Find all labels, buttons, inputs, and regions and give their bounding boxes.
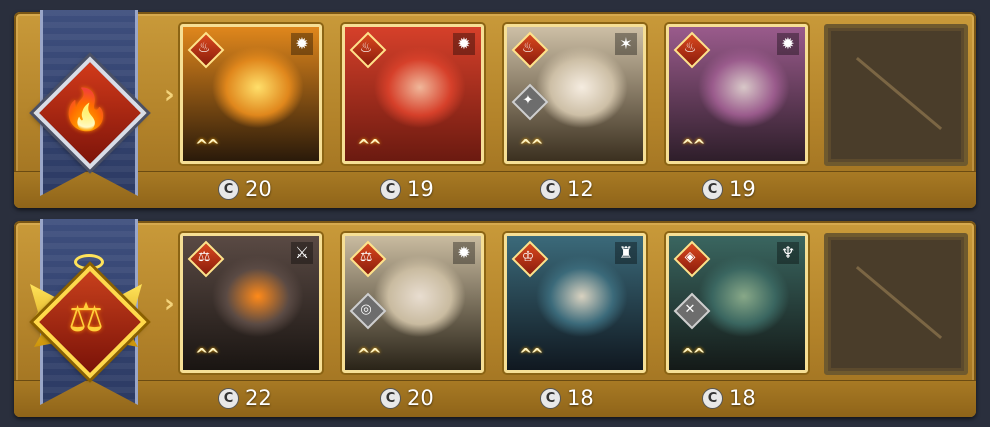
justice-scales-emblem-icon: ⚖ bbox=[30, 254, 147, 379]
hero-cost: C 18 bbox=[702, 385, 782, 411]
hero-cost-value: 18 bbox=[567, 386, 594, 410]
hero-cost: C 18 bbox=[540, 385, 620, 411]
cost-strip bbox=[14, 171, 976, 208]
team-row-2: ⚖ › ⚖ ⚔ ^^ ⚖ ✹ ◎ ^^ ♔ ♜ ^^ ◈ ♆ ✕ ^^ C 22 C 20 C 18… bbox=[14, 219, 976, 417]
rank-chevron-icon: ^^ bbox=[519, 345, 544, 364]
hero-card[interactable]: ⚖ ✹ ◎ ^^ bbox=[342, 233, 484, 373]
role-icon: ✶ bbox=[615, 33, 637, 55]
coin-icon: C bbox=[380, 387, 401, 409]
rank-chevron-icon: ^^ bbox=[681, 345, 706, 364]
hero-cost-value: 19 bbox=[407, 177, 434, 201]
hero-card[interactable]: ◈ ♆ ✕ ^^ bbox=[666, 233, 808, 373]
faction-icon: ♨ bbox=[511, 31, 549, 69]
role-icon: ⚔ bbox=[291, 242, 313, 264]
hero-cost-value: 22 bbox=[245, 386, 272, 410]
hero-cost-value: 20 bbox=[407, 386, 434, 410]
faction-icon: ♨ bbox=[187, 31, 225, 69]
hero-cost-value: 20 bbox=[245, 177, 272, 201]
hero-card[interactable]: ♨ ✶ ✦ ^^ bbox=[504, 24, 646, 164]
role-icon: ✹ bbox=[453, 33, 475, 55]
role-icon: ✹ bbox=[777, 33, 799, 55]
coin-icon: C bbox=[218, 178, 239, 200]
hero-cost-value: 12 bbox=[567, 177, 594, 201]
rank-chevron-icon: ^^ bbox=[195, 345, 220, 364]
faction-icon: ♔ bbox=[511, 240, 549, 278]
rank-chevron-icon: ^^ bbox=[195, 136, 220, 155]
rank-chevron-icon: ^^ bbox=[357, 345, 382, 364]
secondary-faction-icon: ✦ bbox=[511, 83, 549, 121]
hero-cost-value: 18 bbox=[729, 386, 756, 410]
hero-cost-value: 19 bbox=[729, 177, 756, 201]
empty-slot-slash bbox=[855, 265, 943, 340]
hero-card[interactable]: ♔ ♜ ^^ bbox=[504, 233, 646, 373]
faction-icon: ◈ bbox=[673, 240, 711, 278]
rank-chevron-icon: ^^ bbox=[519, 136, 544, 155]
coin-icon: C bbox=[702, 178, 723, 200]
rank-chevron-icon: ^^ bbox=[357, 136, 382, 155]
hero-card[interactable]: ⚖ ⚔ ^^ bbox=[180, 233, 322, 373]
coin-icon: C bbox=[702, 387, 723, 409]
hero-cost: C 22 bbox=[218, 385, 298, 411]
faction-icon: ⚖ bbox=[349, 240, 387, 278]
role-icon: ♜ bbox=[615, 242, 637, 264]
hero-cost: C 20 bbox=[218, 176, 298, 202]
hero-cost: C 20 bbox=[380, 385, 460, 411]
empty-slot-slash bbox=[855, 56, 943, 131]
coin-icon: C bbox=[380, 178, 401, 200]
hero-card[interactable]: ♨ ✹ ^^ bbox=[342, 24, 484, 164]
empty-hero-slot[interactable] bbox=[824, 24, 968, 166]
secondary-faction-icon: ✕ bbox=[673, 292, 711, 330]
hero-cost: C 12 bbox=[540, 176, 620, 202]
hero-card[interactable]: ♨ ✹ ^^ bbox=[180, 24, 322, 164]
faction-icon: ♨ bbox=[349, 31, 387, 69]
role-icon: ♆ bbox=[777, 242, 799, 264]
faction-icon: ♨ bbox=[673, 31, 711, 69]
team-row-1: 🔥 › ♨ ✹ ^^ ♨ ✹ ^^ ♨ ✶ ✦ ^^ ♨ ✹ ^^ C 20 C 19 C 12 … bbox=[14, 10, 976, 208]
coin-icon: C bbox=[540, 387, 561, 409]
faction-icon: ⚖ bbox=[187, 240, 225, 278]
hero-cost: C 19 bbox=[702, 176, 782, 202]
fire-emblem-icon: 🔥 bbox=[33, 56, 147, 170]
rank-chevron-icon: ^^ bbox=[681, 136, 706, 155]
coin-icon: C bbox=[218, 387, 239, 409]
hero-card[interactable]: ♨ ✹ ^^ bbox=[666, 24, 808, 164]
cost-strip bbox=[14, 380, 976, 417]
empty-hero-slot[interactable] bbox=[824, 233, 968, 375]
role-icon: ✹ bbox=[291, 33, 313, 55]
coin-icon: C bbox=[540, 178, 561, 200]
role-icon: ✹ bbox=[453, 242, 475, 264]
secondary-faction-icon: ◎ bbox=[349, 292, 387, 330]
hero-cost: C 19 bbox=[380, 176, 460, 202]
